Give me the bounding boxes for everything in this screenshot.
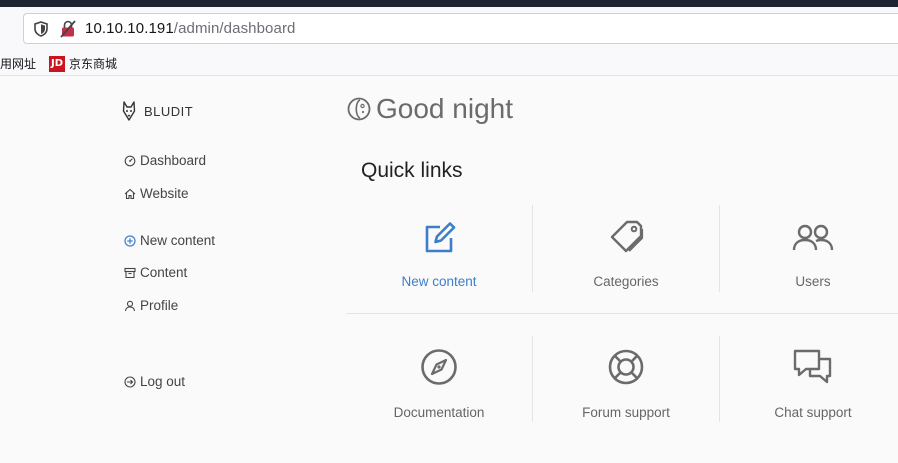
bookmarks-bar: 用网址 JD 京东商城	[0, 48, 898, 76]
quick-link-categories[interactable]: Categories	[533, 205, 719, 292]
tile-label: Categories	[593, 274, 659, 289]
bookmark-label: 用网址	[0, 57, 37, 71]
logout-icon	[124, 375, 136, 388]
sidebar-item-label: Content	[140, 265, 188, 280]
quick-links-title: Quick links	[361, 159, 463, 182]
url-host: 10.10.10.191	[85, 20, 174, 37]
greeting-text: Good night	[376, 93, 513, 124]
tile-label: Chat support	[774, 405, 852, 420]
browser-top-strip	[0, 0, 898, 7]
sidebar-item-log-out[interactable]: Log out	[124, 374, 185, 389]
shield-icon[interactable]	[34, 21, 48, 37]
tile-label: New content	[401, 274, 477, 289]
dashboard-icon	[124, 155, 136, 166]
sidebar-item-label: New content	[140, 233, 216, 248]
plus-circle-icon	[124, 234, 136, 247]
jd-logo-icon: JD	[49, 55, 65, 72]
compass-icon	[421, 349, 457, 385]
row-divider	[346, 313, 898, 314]
sidebar-item-content[interactable]: Content	[124, 265, 187, 280]
bludit-logo-icon	[122, 101, 136, 121]
admin-page: BLUDIT Dashboard Website New content Con…	[0, 77, 898, 463]
bookmark-item-jd[interactable]: JD 京东商城	[49, 55, 117, 72]
sidebar-item-label: Dashboard	[140, 153, 207, 168]
bookmark-item-urls[interactable]: 用网址	[0, 55, 36, 72]
tile-label: Users	[795, 274, 831, 289]
chat-icon	[793, 349, 832, 384]
insecure-lock-icon[interactable]	[60, 20, 76, 38]
quick-link-users[interactable]: Users	[720, 205, 898, 292]
tile-label: Forum support	[582, 405, 670, 420]
greeting: Good night	[347, 93, 513, 125]
address-bar[interactable]: 10.10.10.191/admin/dashboard	[23, 13, 898, 44]
edit-icon	[425, 222, 456, 253]
sidebar-item-profile[interactable]: Profile	[124, 298, 178, 313]
users-icon	[792, 224, 834, 251]
tags-icon	[610, 220, 644, 253]
moon-icon	[347, 97, 371, 121]
quick-link-documentation[interactable]: Documentation	[346, 336, 532, 423]
person-icon	[124, 300, 136, 311]
sidebar-item-label: Log out	[140, 374, 186, 389]
quick-link-forum-support[interactable]: Forum support	[533, 336, 719, 423]
url-text: 10.10.10.191/admin/dashboard	[85, 20, 295, 37]
quick-link-new-content[interactable]: New content	[346, 205, 532, 292]
quick-link-chat-support[interactable]: Chat support	[720, 336, 898, 423]
sidebar-item-website[interactable]: Website	[124, 186, 189, 201]
archive-icon	[124, 267, 136, 278]
sidebar-item-label: Profile	[140, 298, 179, 313]
url-path: /admin/dashboard	[173, 20, 296, 37]
sidebar-item-new-content[interactable]: New content	[124, 233, 215, 248]
bookmark-label: 京东商城	[69, 57, 118, 71]
home-icon	[124, 188, 136, 199]
tile-label: Documentation	[393, 405, 485, 420]
sidebar-item-dashboard[interactable]: Dashboard	[124, 153, 206, 168]
browser-toolbar: 10.10.10.191/admin/dashboard	[0, 7, 898, 48]
lifebuoy-icon	[608, 349, 644, 385]
brand[interactable]: BLUDIT	[122, 101, 193, 121]
sidebar-item-label: Website	[140, 186, 189, 201]
brand-name: BLUDIT	[144, 103, 194, 119]
